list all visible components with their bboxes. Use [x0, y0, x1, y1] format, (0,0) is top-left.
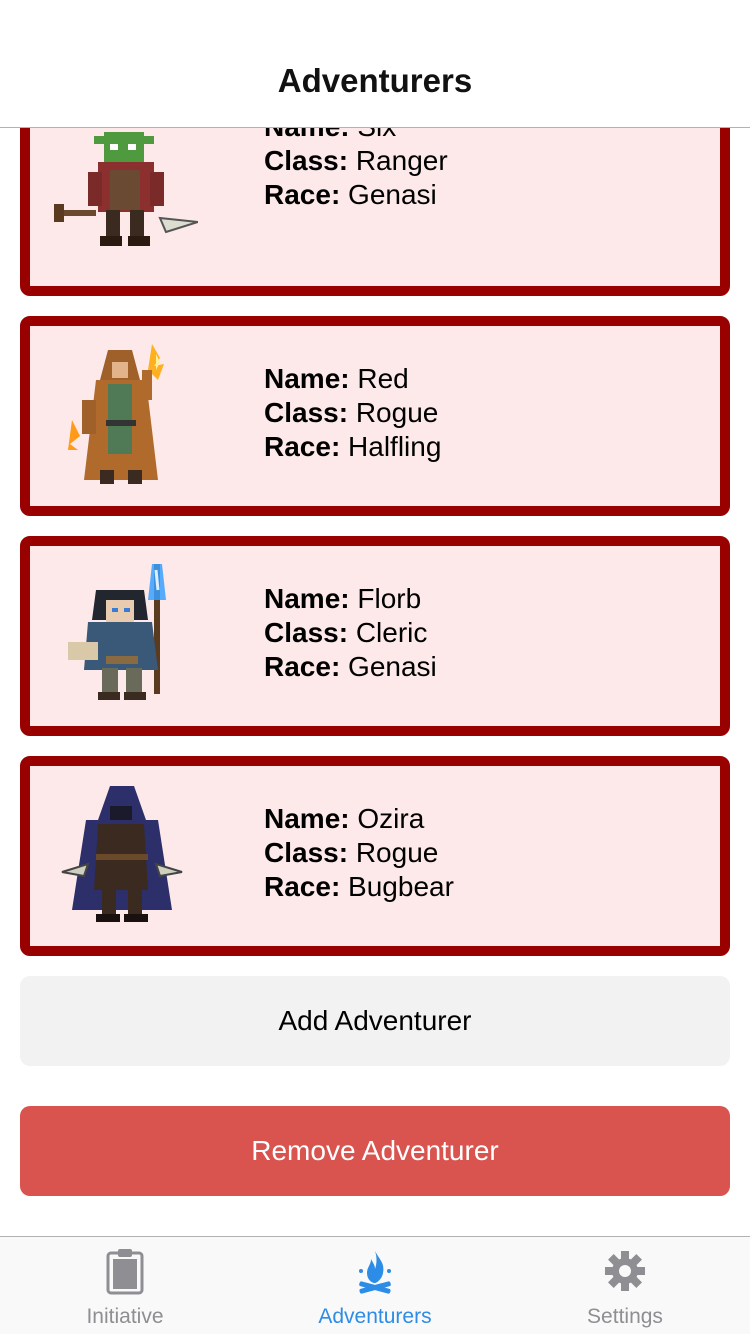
adventurer-info: Name: Red Class: Rogue Race: Halfling: [264, 362, 441, 464]
clipboard-icon: [106, 1249, 144, 1295]
remove-adventurer-button[interactable]: Remove Adventurer: [20, 1106, 730, 1196]
staff-caster-sprite: [68, 564, 166, 700]
adventurer-race: Race: Genasi: [264, 179, 437, 210]
adventurer-info: Name: Florb Class: Cleric Race: Genasi: [264, 582, 437, 684]
adventurer-class: Class: Rogue: [264, 837, 439, 868]
adventurer-name: Name: Six: [264, 128, 448, 144]
tab-bar: Initiative Adventurers Settings: [0, 1236, 750, 1334]
adventurer-class: Class: Ranger: [264, 145, 448, 176]
add-adventurer-button[interactable]: Add Adventurer: [20, 976, 730, 1066]
adventurer-info: Name: Six Class: Ranger Race: Genasi: [264, 128, 448, 212]
adventurer-class: Class: Cleric: [264, 617, 428, 648]
adventurer-race: Race: Genasi: [264, 651, 437, 682]
tab-label: Adventurers: [318, 1305, 432, 1328]
adventurer-card[interactable]: Name: Ozira Class: Rogue Race: Bugbear: [20, 756, 730, 956]
goblin-ranger-sprite: [54, 132, 198, 246]
gear-icon: [605, 1251, 645, 1291]
hooded-mage-sprite: [68, 344, 164, 484]
tab-label: Settings: [587, 1305, 663, 1328]
adventurer-card[interactable]: Name: Florb Class: Cleric Race: Genasi: [20, 536, 730, 736]
adventurer-list[interactable]: Name: Six Class: Ranger Race: Genasi Nam…: [0, 128, 750, 1236]
campfire-icon: [359, 1251, 391, 1294]
adventurer-race: Race: Bugbear: [264, 871, 454, 902]
adventurer-info: Name: Ozira Class: Rogue Race: Bugbear: [264, 802, 454, 904]
cloaked-assassin-sprite: [61, 786, 183, 922]
adventurer-name: Name: Ozira: [264, 803, 425, 834]
tab-label: Initiative: [86, 1305, 164, 1328]
tab-adventurers[interactable]: Adventurers: [250, 1237, 500, 1334]
adventurer-class: Class: Rogue: [264, 397, 439, 428]
page-title: Adventurers: [277, 62, 473, 99]
adventurer-race: Race: Halfling: [264, 431, 442, 462]
navigation-bar: Adventurers: [0, 0, 750, 128]
adventurer-name: Name: Red: [264, 363, 409, 394]
adventurer-card[interactable]: Name: Six Class: Ranger Race: Genasi: [20, 128, 730, 296]
adventurer-card[interactable]: Name: Red Class: Rogue Race: Halfling: [20, 316, 730, 516]
tab-initiative[interactable]: Initiative: [0, 1237, 250, 1334]
tab-settings[interactable]: Settings: [500, 1237, 750, 1334]
adventurer-name: Name: Florb: [264, 583, 422, 614]
